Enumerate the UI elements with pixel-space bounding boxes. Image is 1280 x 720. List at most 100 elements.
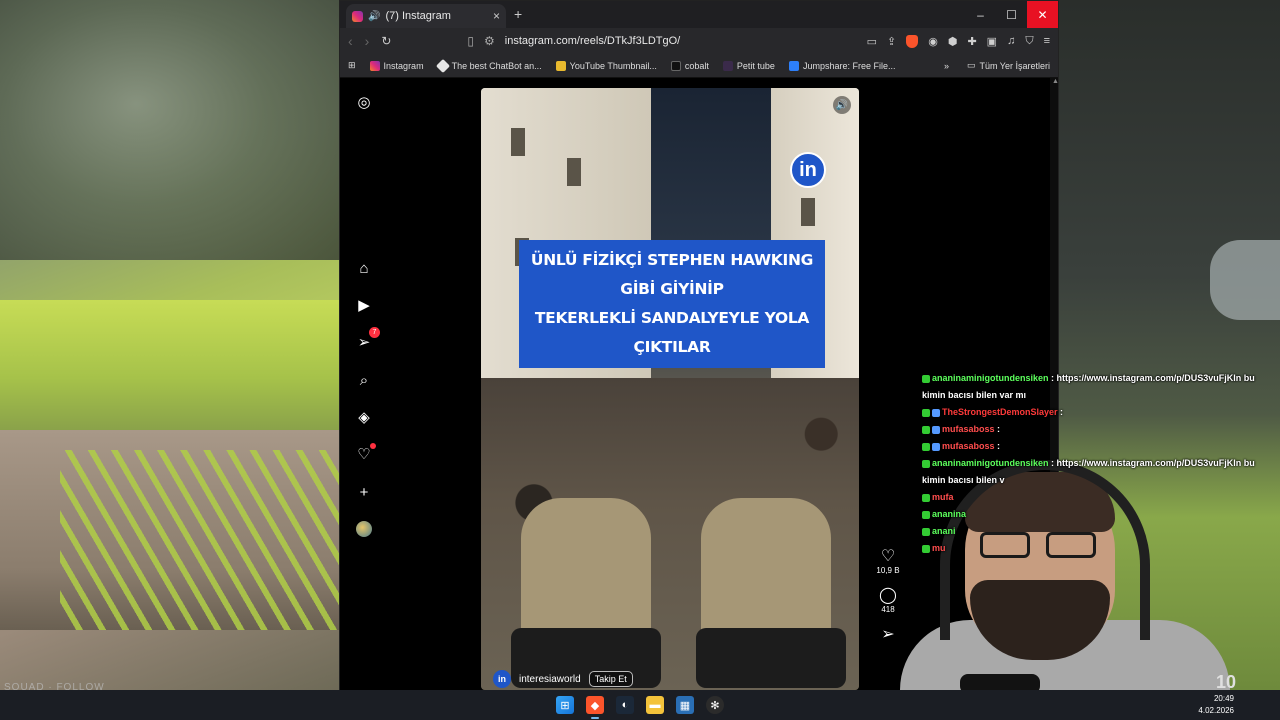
chat-username: TheStrongestDemonSlayer	[942, 407, 1058, 417]
headline-line-1: ÜNLÜ FİZİKÇİ STEPHEN HAWKING GİBİ GİYİNİ…	[530, 251, 814, 298]
steam-icon[interactable]: ◐	[616, 696, 634, 714]
volume-icon[interactable]: 🔊	[833, 96, 851, 114]
bookmarks-right: » ▭ Tüm Yer İşaretleri	[944, 60, 1050, 71]
badge-icon	[932, 442, 940, 451]
home-icon[interactable]: ⌂	[354, 258, 374, 278]
badge-icon	[932, 408, 940, 417]
chat-message: mufasaboss :	[922, 421, 1272, 438]
extension-icon[interactable]: ◉	[928, 35, 938, 48]
wheelchair-right	[696, 628, 846, 688]
chatbot-icon	[435, 58, 450, 73]
jumpshare-icon	[788, 60, 799, 71]
avatar	[356, 521, 372, 537]
bookmark-label: Petit tube	[736, 60, 775, 71]
music-icon[interactable]: ♫	[1007, 35, 1015, 48]
bookmark-icon[interactable]: ▯	[467, 34, 474, 48]
search-icon[interactable]: ⌕	[354, 370, 374, 390]
sidebar-icon[interactable]: ▣	[987, 35, 997, 48]
new-tab-button[interactable]: +	[514, 6, 522, 22]
chat-username: mufasaboss	[942, 441, 995, 451]
chat-username: anani	[932, 526, 956, 536]
grass-blades	[60, 450, 340, 630]
reel-author: in interesiaworld Takip Et	[493, 670, 633, 688]
bookmark-petit-tube[interactable]: Petit tube	[722, 60, 775, 71]
maximize-button[interactable]: ☐	[996, 1, 1027, 28]
puzzle-icon[interactable]: ✚	[967, 35, 976, 48]
instagram-favicon-icon	[352, 10, 363, 22]
badge-icon	[922, 442, 930, 451]
chat-message: TheStrongestDemonSlayer :	[922, 404, 1272, 421]
toolbar-icons: ▭ ⇪ ◉ ⬢ ✚ ▣ ♫ ⛉ ≡	[867, 34, 1050, 48]
windows-start-icon[interactable]: ⊞	[556, 696, 574, 714]
notification-dot	[370, 443, 376, 449]
system-clock[interactable]: 20:49 4.02.2026	[1198, 693, 1234, 717]
chat-message: ananinaminigotundensiken : https://www.i…	[922, 455, 1272, 489]
person-right	[701, 498, 831, 648]
back-icon[interactable]: ‹	[348, 33, 353, 49]
instagram-logo-icon[interactable]: ◎	[354, 92, 374, 112]
speaker-icon[interactable]: 🔊	[368, 11, 380, 22]
bookmark-cobalt[interactable]: cobalt	[670, 60, 709, 71]
crowd-scene	[481, 378, 859, 690]
share-icon[interactable]: ⇪	[887, 35, 896, 48]
all-bookmarks-folder[interactable]: ▭ Tüm Yer İşaretleri	[967, 60, 1050, 71]
youtube-thumbnail-icon	[555, 60, 566, 71]
apps-grid-icon[interactable]: ⊞	[348, 60, 356, 71]
instagram-icon	[369, 60, 380, 71]
chat-username: ananinaminigotundensiken	[932, 373, 1049, 383]
navigation-toolbar: ‹ › ↻ ▯ ⚙ instagram.com/reels/DTkJf3LDTg…	[340, 28, 1058, 54]
tab-instagram[interactable]: 🔊 (7) Instagram ×	[346, 4, 506, 28]
address-bar[interactable]: ▯ ⚙ instagram.com/reels/DTkJf3LDTgO/	[467, 34, 854, 48]
cast-icon[interactable]: ▭	[867, 35, 877, 48]
bookmark-youtube-thumbnail[interactable]: YouTube Thumbnail...	[555, 60, 657, 71]
close-window-button[interactable]: ✕	[1027, 1, 1058, 28]
scroll-up-icon[interactable]: ▲	[1052, 78, 1059, 90]
bookmark-label: The best ChatBot an...	[451, 60, 542, 71]
reels-icon[interactable]: ▶	[354, 295, 374, 315]
windows-taskbar: ⊞ ◆ ◐ ▬ ▦ ✻ 20:49 4.02.2026	[0, 690, 1280, 720]
heart-icon[interactable]: ♡	[354, 443, 376, 464]
vpn-icon[interactable]: ⛉	[1025, 35, 1033, 48]
file-explorer-icon[interactable]: ▬	[646, 696, 664, 714]
reload-icon[interactable]: ↻	[381, 34, 391, 48]
rock-wall	[0, 0, 340, 260]
reel-video[interactable]: in 🔊 ÜNLÜ FİZİKÇİ STEPHEN HAWKING GİBİ G…	[481, 88, 859, 690]
bookmark-instagram[interactable]: Instagram	[369, 60, 424, 71]
brave-shield-icon[interactable]	[906, 34, 919, 48]
forward-icon[interactable]: ›	[365, 33, 370, 49]
chat-message: ananina	[922, 506, 1272, 523]
follow-button[interactable]: Takip Et	[588, 671, 633, 687]
bookmarks-overflow-button[interactable]: »	[944, 61, 949, 71]
chat-message: anani	[922, 523, 1272, 540]
explore-icon[interactable]: ◈	[354, 407, 374, 427]
game-background-left: SQUAD · FOLLOW	[0, 0, 340, 693]
store-icon[interactable]: ▦	[676, 696, 694, 714]
bookmark-label: Instagram	[383, 60, 424, 71]
chat-message: mufa	[922, 489, 1272, 506]
bookmark-chatbot[interactable]: The best ChatBot an...	[435, 58, 542, 73]
chat-username: mufa	[932, 492, 954, 502]
bookmarks-bar: ⊞ Instagram The best ChatBot an... YouTu…	[340, 54, 1058, 78]
author-avatar[interactable]: in	[493, 670, 511, 688]
tab-close-icon[interactable]: ×	[493, 9, 500, 23]
brave-browser-icon[interactable]: ◆	[586, 696, 604, 719]
menu-icon[interactable]: ≡	[1044, 35, 1050, 48]
badge-icon	[922, 527, 930, 536]
messages-icon[interactable]: ➢ 7	[354, 327, 380, 352]
minimize-button[interactable]: –	[965, 1, 996, 28]
chat-message: ananinaminigotundensiken : https://www.i…	[922, 370, 1272, 404]
person-left	[521, 498, 651, 648]
badge-icon	[922, 493, 930, 502]
profile-avatar[interactable]	[354, 519, 374, 539]
bookmark-jumpshare[interactable]: Jumpshare: Free File...	[788, 60, 895, 71]
create-icon[interactable]: +	[354, 482, 374, 502]
chat-text: :	[1057, 407, 1064, 417]
app-icon[interactable]: ✻	[706, 696, 724, 714]
site-info-icon[interactable]: ⚙	[484, 34, 495, 48]
author-username[interactable]: interesiaworld	[519, 674, 581, 685]
headline-line-2: TEKERLEKLİ SANDALYEYLE YOLA ÇIKTILAR	[534, 309, 810, 356]
wallet-icon[interactable]: ⬢	[948, 35, 958, 48]
url-text[interactable]: instagram.com/reels/DTkJf3LDTgO/	[505, 35, 680, 47]
clock-time: 20:49	[1213, 694, 1234, 703]
title-bar: 🔊 (7) Instagram × + – ☐ ✕	[340, 1, 1058, 28]
